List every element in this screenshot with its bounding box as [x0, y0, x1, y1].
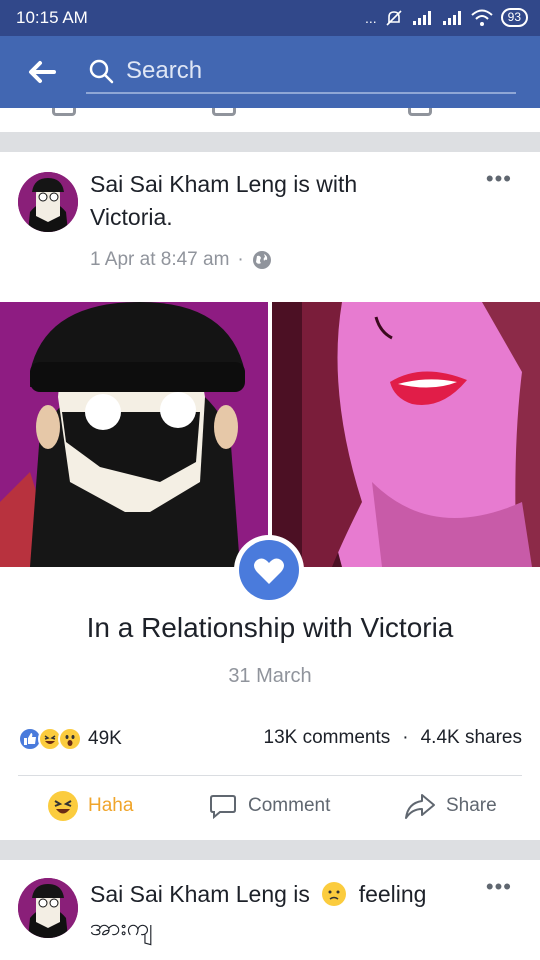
avatar-image: [18, 172, 78, 232]
shares-count[interactable]: 4.4K shares: [421, 727, 522, 749]
portrait-illustration: [272, 302, 540, 567]
search-input[interactable]: [126, 54, 506, 88]
post-meta: 1 Apr at 8:47 am ·: [90, 249, 272, 271]
life-event-title: In a Relationship with Victoria: [86, 612, 454, 643]
meta-separator: ·: [237, 249, 244, 270]
next-post-title: Sai Sai Kham Leng is: [90, 881, 310, 907]
mute-icon: [386, 9, 402, 26]
status-time: 10:15 AM: [16, 8, 88, 27]
comment-button[interactable]: Comment: [208, 791, 330, 821]
status-icons: ... 93: [365, 8, 528, 27]
life-event-date: 31 March: [228, 665, 312, 687]
haha-icon: [48, 791, 78, 821]
search-box[interactable]: [86, 50, 516, 94]
signal-icon: [412, 10, 431, 25]
post-card: Sai Sai Kham Leng is with Victoria. 1 Ap…: [0, 152, 540, 840]
comment-label: Comment: [248, 795, 331, 816]
post-title: Sai Sai Kham Leng is with: [90, 171, 358, 197]
share-button[interactable]: Share: [404, 791, 497, 821]
post-timestamp[interactable]: 1 Apr at 8:47 am: [90, 249, 229, 271]
comment-icon: [210, 795, 236, 820]
like-icon[interactable]: [52, 108, 76, 116]
next-post-header: Sai Sai Kham Leng is feeling အားကျ: [90, 878, 470, 944]
comment-icon[interactable]: [212, 108, 236, 116]
status-bar: 10:15 AM ... 93: [0, 0, 540, 36]
search-header: [0, 36, 540, 108]
engagement-counts: 13K comments · 4.4K shares: [264, 727, 522, 749]
life-event-photos[interactable]: [0, 302, 540, 567]
photo-right[interactable]: [272, 302, 540, 567]
feeling-emoji-icon: [322, 882, 347, 906]
stats-separator: ·: [402, 727, 409, 748]
share-label: Share: [446, 795, 497, 816]
globe-icon: [252, 251, 271, 269]
haha-label: Haha: [88, 795, 134, 816]
character-illustration: [0, 302, 268, 567]
back-arrow-icon[interactable]: [26, 58, 58, 86]
next-post-card: Sai Sai Kham Leng is feeling အားကျ •••: [0, 860, 540, 960]
previous-post-actions: [0, 108, 540, 132]
share-icon: [405, 794, 435, 819]
avatar[interactable]: [18, 172, 78, 232]
feeling-label: feeling: [358, 881, 427, 907]
post-actions: Haha Comment Share: [0, 787, 540, 831]
avatar-image: [18, 878, 78, 938]
reactions-summary[interactable]: 49K: [18, 727, 122, 751]
signal-icon-2: [442, 10, 461, 25]
search-icon: [89, 59, 114, 84]
haha-button[interactable]: Haha: [48, 791, 133, 821]
comments-count[interactable]: 13K comments: [264, 727, 391, 749]
more-options-button[interactable]: •••: [486, 876, 512, 898]
post-stats: 49K 13K comments · 4.4K shares: [18, 727, 522, 757]
battery-indicator: 93: [500, 8, 528, 27]
reaction-count: 49K: [88, 728, 122, 749]
wow-icon: [58, 727, 82, 751]
dots-indicator: ...: [364, 9, 377, 26]
tagged-user[interactable]: Victoria.: [90, 204, 173, 230]
more-options-button[interactable]: •••: [486, 168, 512, 190]
photo-left[interactable]: [0, 302, 268, 567]
avatar[interactable]: [18, 878, 78, 938]
post-header-text: Sai Sai Kham Leng is with Victoria.: [90, 168, 470, 234]
share-icon[interactable]: [408, 108, 432, 116]
divider: [18, 775, 522, 776]
heart-icon: [254, 558, 284, 584]
wifi-icon: [470, 9, 493, 26]
feeling-value: အားကျ: [90, 914, 153, 940]
life-event-badge: [234, 535, 304, 605]
